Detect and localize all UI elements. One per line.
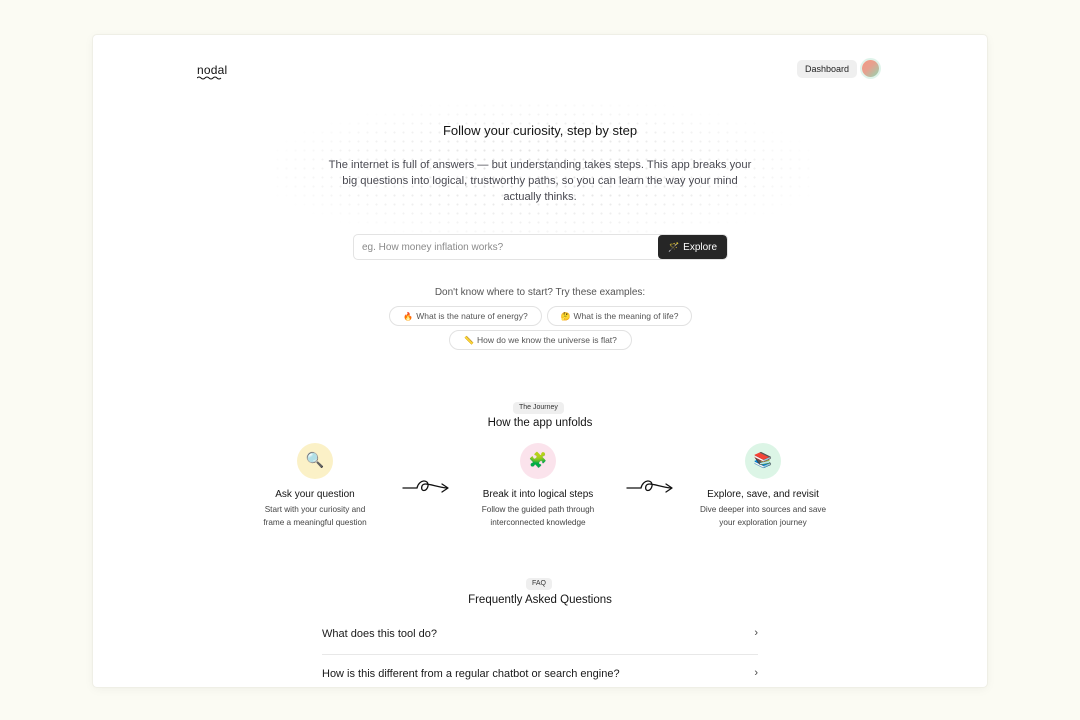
step-description: Start with your curiosity and frame a me…	[225, 503, 405, 529]
search-bar: 🪄Explore	[353, 234, 728, 260]
step-description-line: Follow the guided path through	[481, 505, 595, 514]
example-chip-label: How do we know the universe is flat?	[477, 335, 617, 345]
step-description-line: frame a meaningful question	[263, 518, 367, 527]
journey-step-ask: 🔍 Ask your question Start with your curi…	[225, 443, 405, 529]
chevron-right-icon: ›	[754, 627, 758, 639]
journey-badge: The Journey	[513, 402, 564, 414]
logo-text: nodal	[197, 63, 228, 77]
chevron-right-icon: ›	[754, 667, 758, 679]
dashboard-button[interactable]: Dashboard	[797, 60, 858, 78]
hero-title: Follow your curiosity, step by step	[442, 123, 638, 138]
step-description-line: your exploration journey	[719, 518, 807, 527]
squiggle-arrow-icon	[626, 480, 673, 493]
faq-title: Frequently Asked Questions	[468, 594, 612, 606]
thinking-face-icon: 🤔	[560, 312, 571, 321]
explore-button[interactable]: 🪄 Explore	[658, 235, 727, 259]
faq-question: What does this tool do?	[322, 628, 437, 640]
ruler-icon: 📏	[464, 336, 475, 345]
journey-step-break: 🧩 Break it into logical steps Follow the…	[448, 443, 628, 529]
example-chip-universe-flat[interactable]: 📏 How do we know the universe is flat?	[449, 330, 632, 350]
example-chip-label: What is the meaning of life?	[573, 311, 679, 321]
step-description: Dive deeper into sources and save your e…	[673, 503, 853, 529]
step-title: Break it into logical steps	[482, 489, 594, 500]
journey-step-explore: 📚 Explore, save, and revisit Dive deeper…	[673, 443, 853, 529]
faq-badge: FAQ	[526, 578, 553, 590]
magnifier-icon: 🔍	[297, 443, 333, 479]
explore-button-label: Explore	[683, 242, 718, 253]
avatar[interactable]	[862, 60, 879, 77]
step-description: Follow the guided path through interconn…	[448, 503, 628, 529]
example-chip-meaning-of-life[interactable]: 🤔 What is the meaning of life?	[547, 306, 692, 326]
fire-icon: 🔥	[403, 312, 414, 321]
squiggle-arrow-icon	[402, 480, 449, 493]
step-title: Ask your question	[275, 489, 355, 500]
faq-item[interactable]: What does this tool do? ›	[322, 614, 758, 655]
step-description-line: Dive deeper into sources and save	[699, 505, 827, 514]
step-description-line: Start with your curiosity and	[264, 505, 366, 514]
journey-title: How the app unfolds	[487, 417, 593, 429]
magic-wand-icon: 🪄	[667, 242, 680, 252]
example-chip-energy[interactable]: 🔥 What is the nature of energy?	[389, 306, 542, 326]
examples-label: Don't know where to start? Try these exa…	[434, 287, 646, 298]
faq-item[interactable]: How is this different from a regular cha…	[322, 654, 758, 687]
step-description-line: interconnected knowledge	[490, 518, 586, 527]
app-window: nodal Dashboard Follow your curiosity, s…	[93, 35, 987, 687]
logo[interactable]: nodal	[197, 63, 227, 80]
puzzle-icon: 🧩	[520, 443, 556, 479]
faq-question: How is this different from a regular cha…	[322, 668, 620, 680]
step-title: Explore, save, and revisit	[707, 489, 819, 500]
example-chip-label: What is the nature of energy?	[416, 311, 528, 321]
books-icon: 📚	[745, 443, 781, 479]
search-input[interactable]	[354, 235, 654, 259]
hero-description: The internet is full of answers — but un…	[328, 159, 752, 203]
